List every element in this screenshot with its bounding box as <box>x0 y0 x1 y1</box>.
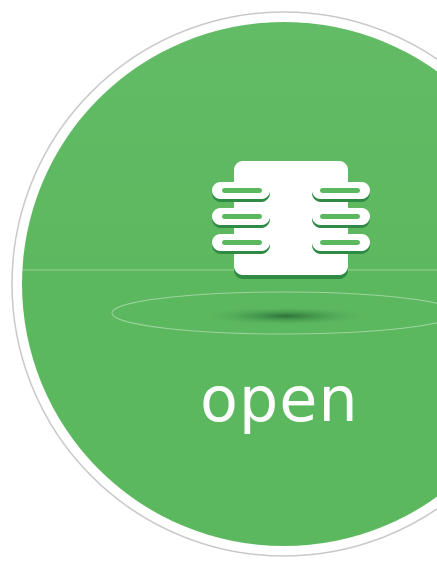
open-badge-graphic <box>11 11 437 557</box>
open-label: open <box>200 363 359 436</box>
icon-shadow <box>198 306 374 326</box>
hands-holding-chip-icon <box>212 161 370 279</box>
open-badge: open <box>0 0 437 565</box>
